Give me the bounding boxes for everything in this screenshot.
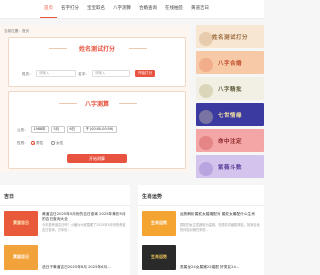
- banner-label: 姓名测试打分: [211, 34, 248, 41]
- start-score-button[interactable]: 开始打分: [135, 70, 155, 77]
- thumbnail-label: 生肖运势: [151, 254, 167, 259]
- section-divider: [0, 205, 130, 206]
- banner-label: 八字精批: [217, 86, 242, 93]
- thumbnail-label: 黄道吉日: [13, 254, 29, 259]
- given-name-input[interactable]: 请输入: [92, 70, 130, 77]
- title-divider-right: [129, 48, 147, 49]
- article-desc: 今天是黄道吉日吗？小编为大家整理了2025年5月份的黄道吉日查询，万年历...: [42, 223, 126, 232]
- zodiac-section: 生肖运势 生肖运势 运势解析属蛇女婚姻配对 属蛇女最配什么生肖 属蛇的女生性格较…: [138, 185, 264, 275]
- banner-label: 命中注定: [217, 138, 242, 145]
- section-title: 生肖运势: [142, 194, 163, 200]
- banner-name-score[interactable]: 姓名测试打分: [196, 25, 264, 48]
- month-select[interactable]: 5月: [51, 126, 65, 133]
- title-divider-right: [119, 103, 137, 104]
- nav-bazi[interactable]: 八字测算: [109, 0, 135, 18]
- bazi-panel: 八字测算 公历： 1988年 5月 6日 子 (00:00-00:59) 性别：…: [8, 91, 186, 169]
- article-title[interactable]: 选日子黄道吉日2025年6月 2025年6月...: [42, 265, 126, 270]
- article-thumbnail[interactable]: 黄道吉日: [4, 211, 38, 236]
- banner-seven-lives[interactable]: 七世情缘: [196, 103, 264, 126]
- article-title[interactable]: 黄道吉日2025年5月份的吉日查询 2025年黄历5月的吉日查询大全: [42, 212, 126, 222]
- day-select[interactable]: 6日: [67, 126, 81, 133]
- nav-marriage[interactable]: 合婚查询: [135, 0, 161, 18]
- article-title[interactable]: 运势解析属蛇女婚姻配对 属蛇女最配什么生肖: [180, 212, 262, 217]
- article-desc: 属蛇的女生性格较为温婉，在感情中细腻体贴，找到合适的伴侣对她们来说...: [180, 223, 260, 232]
- banner-label: 七世情缘: [217, 112, 242, 119]
- article-thumbnail[interactable]: 黄道吉日: [4, 245, 38, 270]
- gender-male-radio[interactable]: [31, 141, 35, 145]
- lucky-day-section: 吉日 黄道吉日 黄道吉日2025年5月份的吉日查询 2025年黄历5月的吉日查询…: [0, 185, 130, 275]
- name-test-panel: 姓名测试打分 姓氏： 请输入 名字： 请输入 开始打分: [8, 37, 186, 87]
- gender-label: 性别：: [17, 141, 28, 145]
- banner-bazi-detail[interactable]: 八字精批: [196, 77, 264, 100]
- banner-decoration: [199, 110, 213, 124]
- nav-home[interactable]: 首页: [40, 0, 57, 18]
- tools-card: 当前位置：首页 姓名测试打分 姓氏： 请输入 名字： 请输入 开始打分 八字测算…: [0, 25, 190, 172]
- thumbnail-label: 生肖运势: [151, 220, 167, 225]
- given-name-label: 名字：: [78, 72, 89, 76]
- top-navigation-bar: 首页 名字打分 宝宝取名 八字测算 合婚查询 在线抽签 黄道吉日: [0, 0, 264, 19]
- start-bazi-button[interactable]: 开始测算: [67, 154, 127, 163]
- year-select[interactable]: 1988年: [31, 126, 49, 133]
- breadcrumb: 当前位置：首页: [4, 29, 30, 33]
- article-thumbnail[interactable]: 生肖运势: [142, 211, 176, 236]
- surname-input[interactable]: 请输入: [36, 70, 76, 77]
- nav-lucky-days[interactable]: 黄道吉日: [187, 0, 213, 18]
- section-title: 吉日: [4, 194, 15, 200]
- banner-bazi-marriage[interactable]: 八字合婚: [196, 51, 264, 74]
- gender-female-label: 女性: [56, 141, 64, 145]
- nav-name-score[interactable]: 名字打分: [57, 0, 83, 18]
- banner-label: 紫薇斗数: [217, 164, 242, 171]
- bazi-title: 八字测算: [84, 101, 109, 108]
- calendar-label: 公历：: [17, 128, 28, 132]
- gender-male-label: 男性: [36, 141, 44, 145]
- banner-ziwei[interactable]: 紫薇斗数: [196, 155, 264, 178]
- name-test-title: 姓名测试打分: [78, 46, 115, 53]
- title-divider-left: [59, 103, 77, 104]
- section-divider: [138, 205, 264, 206]
- banner-destiny[interactable]: 命中注定: [196, 129, 264, 152]
- banner-decoration: [199, 136, 213, 150]
- banner-decoration: [199, 84, 213, 98]
- title-divider-left: [49, 48, 67, 49]
- banner-label: 八字合婚: [217, 60, 242, 67]
- main-nav: 首页 名字打分 宝宝取名 八字测算 合婚查询 在线抽签 黄道吉日: [40, 0, 213, 18]
- thumbnail-label: 黄道吉日: [13, 220, 29, 225]
- surname-label: 姓氏：: [22, 72, 33, 76]
- banner-decoration: [199, 162, 213, 176]
- nav-fortune-draw[interactable]: 在线抽签: [161, 0, 187, 18]
- article-title[interactable]: 男属龙24女属猪22婚配 好男友24...: [180, 265, 262, 270]
- nav-baby-naming[interactable]: 宝宝取名: [83, 0, 109, 18]
- banner-decoration: [199, 58, 213, 72]
- article-thumbnail[interactable]: 生肖运势: [142, 245, 176, 270]
- gender-female-radio[interactable]: [51, 141, 55, 145]
- hour-select[interactable]: 子 (00:00-00:59): [83, 126, 117, 133]
- banner-decoration: [199, 32, 213, 46]
